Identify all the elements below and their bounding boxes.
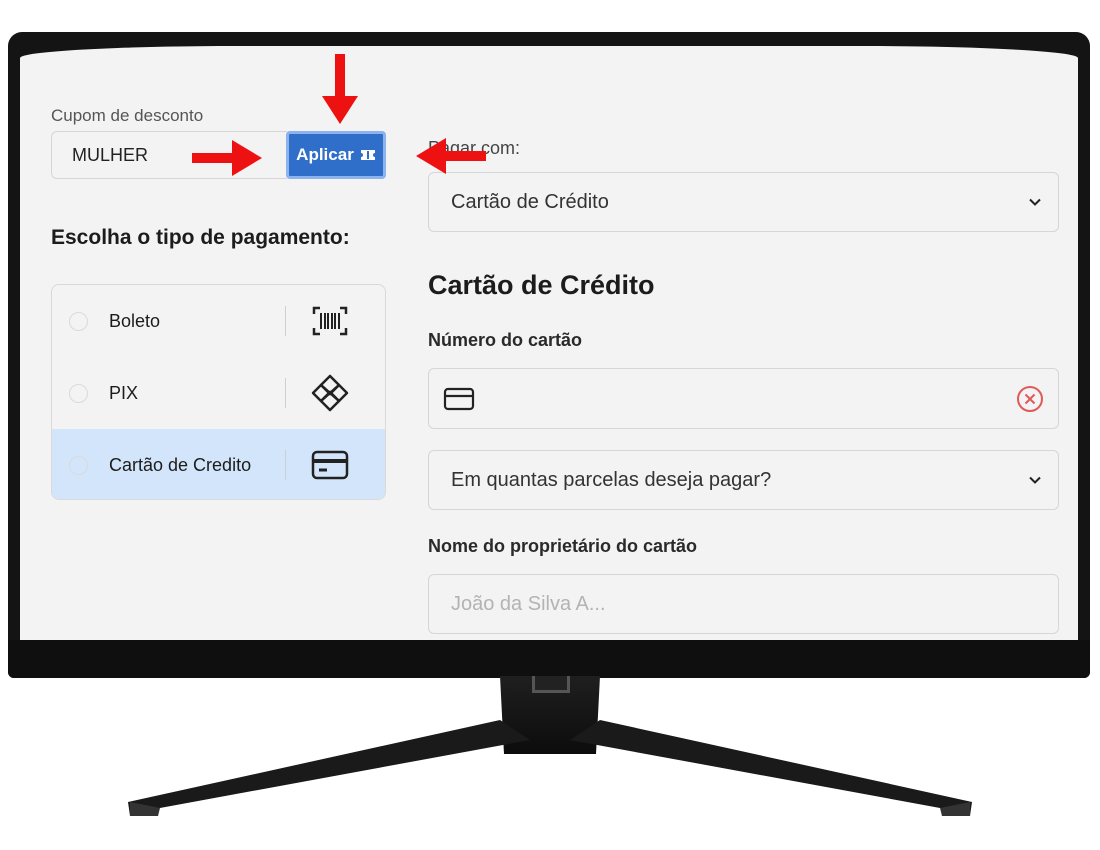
chevron-down-icon bbox=[1029, 198, 1041, 206]
monitor-stand bbox=[128, 720, 972, 816]
payment-type-title: Escolha o tipo de pagamento: bbox=[51, 226, 350, 249]
checkout-screen: Cupom de desconto Aplicar Escolha o tipo… bbox=[20, 46, 1078, 643]
credit-card-icon bbox=[310, 445, 350, 485]
coupon-label: Cupom de desconto bbox=[51, 106, 204, 125]
divider bbox=[285, 306, 286, 336]
card-icon bbox=[443, 387, 475, 411]
card-number-field[interactable] bbox=[428, 368, 1059, 429]
monitor-logo bbox=[532, 676, 570, 693]
arrow-right-annotation bbox=[192, 140, 262, 176]
option-label: Boleto bbox=[109, 310, 161, 331]
option-label: Cartão de Credito bbox=[109, 454, 252, 475]
owner-name-input[interactable] bbox=[428, 574, 1059, 634]
installments-select[interactable]: Em quantas parcelas deseja pagar? bbox=[428, 450, 1059, 510]
option-credit-card[interactable]: Cartão de Credito bbox=[52, 429, 385, 499]
credit-card-section-title: Cartão de Crédito bbox=[428, 270, 655, 300]
monitor-bezel bbox=[8, 640, 1090, 678]
clear-error-icon[interactable] bbox=[1016, 385, 1044, 413]
installments-placeholder: Em quantas parcelas deseja pagar? bbox=[451, 468, 772, 491]
pay-with-select[interactable]: Cartão de Crédito bbox=[428, 172, 1059, 232]
radio-button[interactable] bbox=[69, 311, 88, 331]
option-label: PIX bbox=[109, 382, 139, 403]
radio-button[interactable] bbox=[69, 455, 88, 475]
option-pix[interactable]: PIX bbox=[52, 357, 385, 429]
apply-coupon-button[interactable]: Aplicar bbox=[286, 131, 386, 179]
payment-options-list: Boleto PIX Cartão de Credito bbox=[51, 284, 386, 500]
ticket-icon bbox=[360, 150, 375, 160]
arrow-down-annotation bbox=[322, 54, 358, 124]
divider bbox=[285, 450, 286, 480]
pay-with-value: Cartão de Crédito bbox=[451, 190, 609, 213]
option-boleto[interactable]: Boleto bbox=[52, 285, 385, 357]
card-number-label: Número do cartão bbox=[428, 330, 583, 350]
owner-name-label: Nome do proprietário do cartão bbox=[428, 536, 698, 556]
radio-button[interactable] bbox=[69, 383, 88, 403]
apply-button-label: Aplicar bbox=[296, 145, 354, 164]
barcode-icon bbox=[310, 301, 350, 341]
arrow-left-annotation bbox=[416, 138, 486, 174]
pix-icon bbox=[310, 373, 350, 413]
chevron-down-icon bbox=[1029, 476, 1041, 484]
divider bbox=[285, 378, 286, 408]
